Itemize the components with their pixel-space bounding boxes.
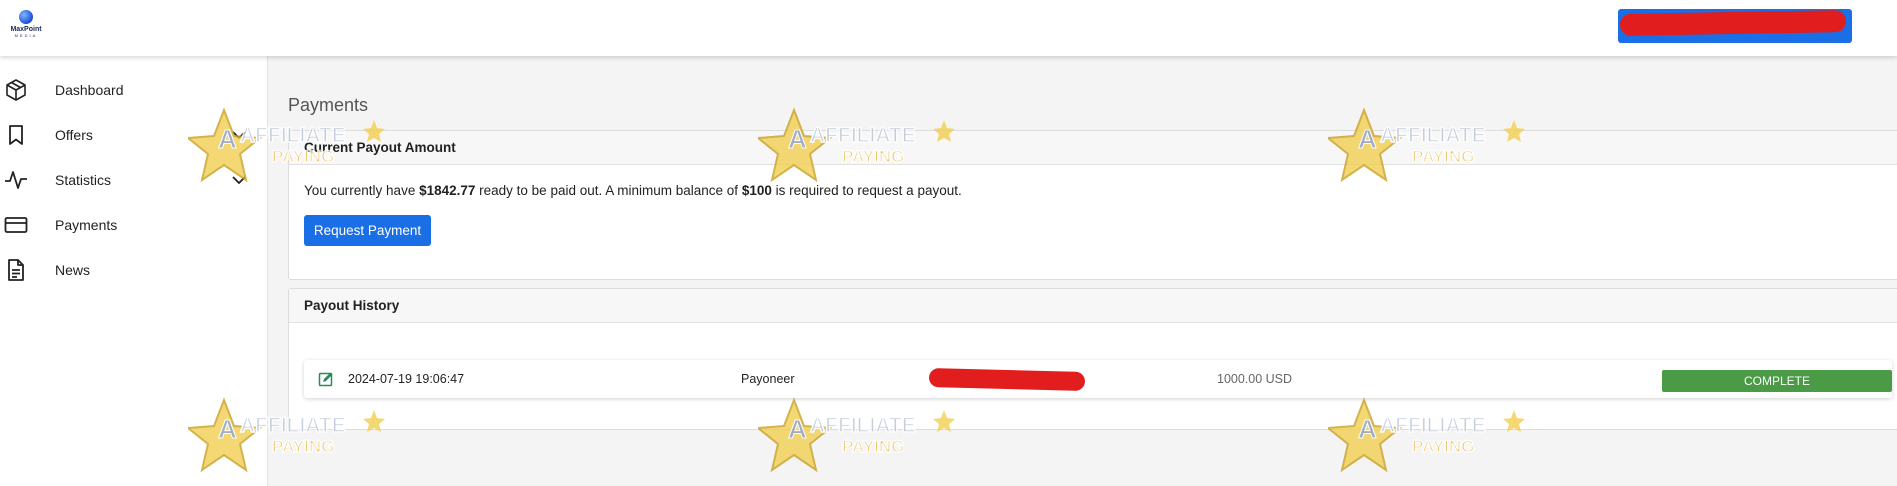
sidebar-item-label: News bbox=[55, 262, 91, 278]
sidebar-item-label: Payments bbox=[55, 217, 118, 233]
sidebar-item-label: Offers bbox=[55, 127, 93, 143]
credit-card-icon bbox=[4, 213, 28, 237]
sidebar-item-dashboard[interactable]: Dashboard bbox=[0, 70, 268, 110]
minimum-balance: $100 bbox=[741, 183, 772, 198]
redaction-mark bbox=[928, 367, 1086, 392]
card-heading: Current Payout Amount bbox=[289, 131, 1897, 165]
cube-icon bbox=[4, 78, 28, 102]
sidebar-item-payments[interactable]: Payments bbox=[0, 205, 268, 245]
sidebar-item-news[interactable]: News bbox=[0, 250, 268, 290]
payout-method: Payoneer bbox=[741, 372, 795, 386]
card-heading: Payout History bbox=[289, 289, 1897, 323]
sidebar: Dashboard Offers Statistics Payments New… bbox=[0, 56, 268, 486]
logo-globe-icon bbox=[19, 10, 33, 24]
main-content: Payments Current Payout Amount You curre… bbox=[268, 56, 1897, 486]
sidebar-item-statistics[interactable]: Statistics bbox=[0, 160, 268, 200]
balance-text-after: is required to request a payout. bbox=[771, 183, 962, 198]
sidebar-item-offers[interactable]: Offers bbox=[0, 115, 268, 155]
balance-message: You currently have $1842.77 ready to be … bbox=[304, 183, 962, 198]
table-row: 2024-07-19 19:06:47 Payoneer 1000.00 USD… bbox=[304, 360, 1892, 398]
status-badge: COMPLETE bbox=[1662, 370, 1892, 392]
sidebar-item-label: Statistics bbox=[55, 172, 112, 188]
document-icon bbox=[4, 258, 28, 282]
sidebar-item-label: Dashboard bbox=[55, 82, 124, 98]
balance-text-middle: ready to be paid out. A minimum balance … bbox=[475, 183, 742, 198]
logo[interactable]: MaxPoint MEDIA bbox=[6, 8, 46, 44]
balance-amount: $1842.77 bbox=[419, 183, 476, 198]
chevron-down-icon[interactable] bbox=[230, 126, 248, 144]
request-payment-button[interactable]: Request Payment bbox=[304, 215, 431, 246]
logo-tagline: MEDIA bbox=[14, 33, 38, 38]
current-payout-card: Current Payout Amount You currently have… bbox=[288, 130, 1897, 280]
bookmark-icon bbox=[4, 123, 28, 147]
redaction-mark bbox=[1619, 10, 1847, 36]
top-bar: MaxPoint MEDIA bbox=[0, 0, 1897, 56]
payout-amount: 1000.00 USD bbox=[1217, 372, 1293, 386]
edit-icon[interactable] bbox=[318, 371, 334, 387]
payout-date: 2024-07-19 19:06:47 bbox=[348, 372, 465, 386]
chevron-down-icon[interactable] bbox=[230, 171, 248, 189]
payout-history-card: Payout History 2024-07-19 19:06:47 Payon… bbox=[288, 288, 1897, 430]
activity-icon bbox=[4, 168, 28, 192]
page-title: Payments bbox=[288, 95, 369, 115]
balance-text-before: You currently have bbox=[304, 183, 420, 198]
